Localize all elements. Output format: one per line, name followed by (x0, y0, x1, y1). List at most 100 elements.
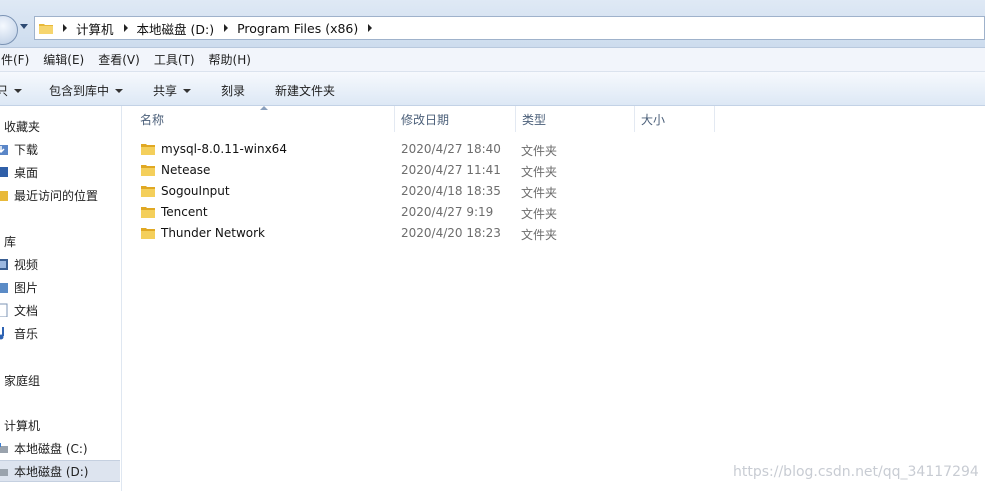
breadcrumb-arrow-icon[interactable] (368, 24, 373, 32)
nav-label: 库 (4, 234, 17, 249)
file-name: Tencent (161, 205, 208, 219)
file-modified: 2020/4/18 18:35 (401, 184, 501, 198)
new-folder-button[interactable]: 新建文件夹 (275, 82, 335, 99)
nav-label: 家庭组 (4, 373, 41, 388)
breadcrumb-drive-d[interactable]: 本地磁盘 (D:) (137, 19, 215, 38)
folder-icon (141, 207, 155, 218)
drive-icon (0, 443, 8, 453)
column-header-type[interactable]: 类型 (516, 106, 635, 132)
share-button[interactable]: 共享 (153, 82, 192, 99)
file-modified: 2020/4/27 9:19 (401, 205, 494, 219)
nav-label: 音乐 (14, 326, 39, 341)
nav-libraries[interactable]: 库 (0, 230, 120, 252)
chevron-down-icon (14, 88, 23, 93)
file-type: 文件夹 (521, 144, 558, 158)
nav-desktop[interactable]: 桌面 (0, 161, 120, 183)
file-type: 文件夹 (521, 165, 558, 179)
share-label: 共享 (153, 84, 178, 98)
file-row[interactable]: SogouInput 2020/4/18 18:35 文件夹 (123, 181, 823, 202)
pictures-icon (0, 283, 8, 293)
address-bar[interactable]: 计算机 本地磁盘 (D:) Program Files (x86) (34, 16, 985, 40)
organize-button[interactable]: 只 (0, 82, 23, 99)
nav-label: 视频 (14, 257, 39, 272)
chevron-down-icon (183, 88, 192, 93)
back-button[interactable] (0, 15, 18, 45)
menu-edit[interactable]: 编辑(E) (36, 51, 91, 68)
nav-drive-d[interactable]: 本地磁盘 (D:) (0, 460, 120, 482)
recent-places-icon (0, 191, 8, 201)
nav-documents[interactable]: 文档 (0, 299, 120, 321)
file-modified: 2020/4/27 11:41 (401, 163, 501, 177)
file-type: 文件夹 (521, 207, 558, 221)
navigation-pane: 收藏夹 下载 桌面 最近访问的位置 库 视频 图片 文档 音乐 家庭组 计算机 … (0, 106, 122, 491)
file-type: 文件夹 (521, 186, 558, 200)
download-folder-icon (0, 145, 8, 155)
burn-button[interactable]: 刻录 (221, 82, 245, 99)
breadcrumb-arrow-icon[interactable] (63, 24, 67, 32)
nav-pictures[interactable]: 图片 (0, 276, 120, 298)
documents-icon (0, 303, 8, 317)
folder-icon (39, 24, 53, 34)
desktop-icon (0, 167, 8, 177)
breadcrumb-program-files-x86[interactable]: Program Files (x86) (237, 21, 358, 36)
nav-label: 最近访问的位置 (14, 188, 99, 203)
file-modified: 2020/4/27 18:40 (401, 142, 501, 156)
nav-videos[interactable]: 视频 (0, 253, 120, 275)
command-bar: 只 包含到库中 共享 刻录 新建文件夹 (0, 72, 985, 106)
watermark: https://blog.csdn.net/qq_34117294 (733, 464, 979, 480)
menu-help[interactable]: 帮助(H) (202, 51, 258, 68)
file-name: Netease (161, 163, 211, 177)
breadcrumb-arrow-icon[interactable] (224, 24, 229, 32)
folder-icon (141, 144, 155, 155)
drive-icon (0, 469, 8, 476)
nav-drive-c[interactable]: 本地磁盘 (C:) (0, 437, 120, 459)
column-header-label: 类型 (522, 112, 547, 127)
burn-label: 刻录 (221, 84, 246, 98)
organize-label: 只 (0, 84, 9, 98)
nav-recent-places[interactable]: 最近访问的位置 (0, 184, 120, 206)
chevron-down-icon (115, 88, 124, 93)
menu-bar: 件(F) 编辑(E) 查看(V) 工具(T) 帮助(H) (0, 48, 985, 72)
column-header-name[interactable]: 名称 (123, 106, 395, 132)
file-name: mysql-8.0.11-winx64 (161, 142, 287, 156)
nav-homegroup[interactable]: 家庭组 (0, 369, 120, 391)
nav-label: 文档 (14, 303, 39, 318)
folder-icon (141, 165, 155, 176)
include-in-library-label: 包含到库中 (49, 84, 110, 98)
file-row[interactable]: mysql-8.0.11-winx64 2020/4/27 18:40 文件夹 (123, 139, 823, 160)
breadcrumb-computer[interactable]: 计算机 (76, 19, 114, 38)
file-name: Thunder Network (161, 226, 265, 240)
column-header-label: 名称 (140, 112, 165, 127)
music-note-icon (0, 327, 4, 340)
nav-music[interactable]: 音乐 (0, 322, 120, 344)
file-list: 名称 修改日期 类型 大小 mysql-8.0.11-winx64 2020/4… (123, 106, 985, 491)
nav-label: 下载 (14, 142, 39, 157)
file-row[interactable]: Tencent 2020/4/27 9:19 文件夹 (123, 202, 823, 223)
address-bar-row: 计算机 本地磁盘 (D:) Program Files (x86) (0, 0, 985, 48)
breadcrumb-arrow-icon[interactable] (123, 24, 128, 32)
column-header-size[interactable]: 大小 (635, 106, 715, 132)
menu-tools[interactable]: 工具(T) (147, 51, 202, 68)
nav-label: 收藏夹 (4, 119, 41, 134)
column-header-label: 修改日期 (401, 112, 450, 127)
folder-icon (141, 228, 155, 239)
folder-icon (141, 186, 155, 197)
file-row[interactable]: Thunder Network 2020/4/20 18:23 文件夹 (123, 223, 823, 244)
recent-pages-dropdown-icon[interactable] (20, 24, 28, 29)
nav-label: 本地磁盘 (C:) (14, 441, 88, 456)
file-name: SogouInput (161, 184, 230, 198)
file-type: 文件夹 (521, 228, 558, 242)
nav-label: 图片 (14, 280, 39, 295)
include-in-library-button[interactable]: 包含到库中 (49, 82, 124, 99)
nav-label: 本地磁盘 (D:) (14, 464, 89, 479)
column-header-modified[interactable]: 修改日期 (395, 106, 516, 132)
menu-view[interactable]: 查看(V) (91, 51, 147, 68)
menu-file[interactable]: 件(F) (0, 51, 36, 68)
nav-favorites[interactable]: 收藏夹 (0, 115, 120, 137)
nav-computer[interactable]: 计算机 (0, 414, 120, 436)
file-modified: 2020/4/20 18:23 (401, 226, 501, 240)
nav-label: 桌面 (14, 165, 39, 180)
file-row[interactable]: Netease 2020/4/27 11:41 文件夹 (123, 160, 823, 181)
nav-downloads[interactable]: 下载 (0, 138, 120, 160)
video-icon (0, 259, 8, 270)
